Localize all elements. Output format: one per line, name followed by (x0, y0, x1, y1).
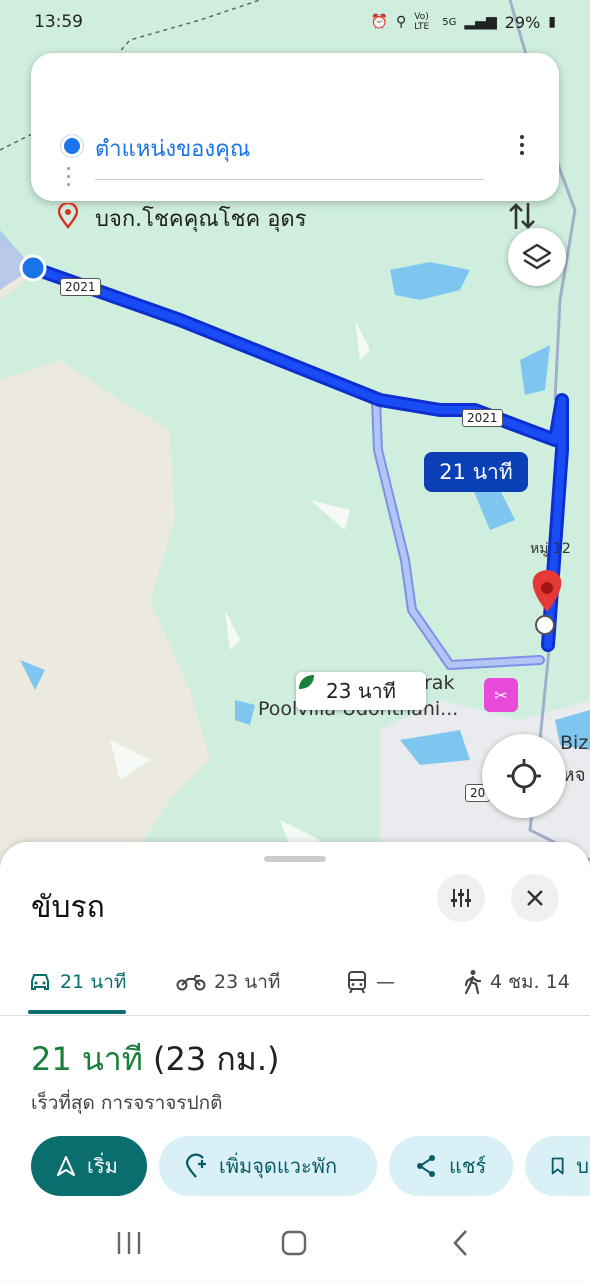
layers-icon (522, 243, 552, 270)
share-icon (417, 1155, 435, 1177)
save-label: บ (576, 1154, 589, 1178)
travel-mode-tabs: 21 นาที 23 นาที — 4 ชม. 14 (0, 950, 590, 1016)
sliders-icon (451, 889, 471, 907)
place-label: Biz (560, 732, 589, 754)
share-button[interactable]: แชร์ (389, 1136, 513, 1196)
my-location-button[interactable] (482, 734, 566, 818)
water-body (390, 262, 470, 300)
location-icon: ⚲ (396, 14, 407, 30)
route-distance: (23 กม.) (153, 1040, 280, 1078)
travel-mode-title: ขับรถ (31, 890, 105, 925)
alt-route-time-callout[interactable]: 23 นาที (296, 672, 426, 710)
signal-label: 5G (442, 16, 457, 28)
motorcycle-icon (176, 975, 206, 991)
svg-text:✂: ✂ (494, 686, 507, 705)
tab-motorcycle-label: 23 นาที (214, 971, 281, 993)
divider (0, 1015, 590, 1016)
route-description: เร็วที่สุด การจราจรปกติ (31, 1092, 223, 1114)
road-shield: 2021 (462, 409, 503, 427)
status-bar: 13:59 ⏰ ⚲ Vo) LTE 5G ▂▄▆ 29% ▮ (0, 0, 590, 44)
place-label: หมู่ 12 (530, 541, 571, 557)
network-label: Vo) LTE (414, 12, 430, 32)
tab-transit[interactable]: — (346, 950, 395, 1014)
alarm-icon: ⏰ (370, 14, 389, 30)
road-shield: 2021 (60, 278, 101, 296)
share-label: แชร์ (449, 1154, 487, 1178)
layers-button[interactable] (508, 228, 566, 286)
tab-drive-label: 21 นาที (60, 971, 127, 993)
add-stop-label: เพิ่มจุดแวะพัก (219, 1154, 338, 1178)
close-icon (527, 890, 543, 906)
bookmark-icon (551, 1157, 564, 1175)
start-label: เริ่ม (87, 1154, 118, 1178)
more-options-icon[interactable] (513, 131, 531, 159)
main-route-time-label: 21 นาที (439, 459, 513, 484)
start-button[interactable]: เริ่ม (31, 1136, 147, 1196)
sheet-drag-handle[interactable] (264, 856, 326, 862)
divider (95, 179, 485, 180)
route-options-button[interactable] (437, 874, 485, 922)
destination-pin-icon (58, 203, 78, 229)
recent-apps-icon[interactable] (117, 1232, 141, 1254)
route-dots-icon (67, 167, 71, 191)
route-time: 21 นาที (31, 1040, 143, 1078)
close-button[interactable] (511, 874, 559, 922)
current-location-dot (19, 254, 47, 282)
action-chips: เริ่ม เพิ่มจุดแวะพัก แชร์ บ (31, 1136, 590, 1196)
origin-dot-icon (61, 135, 83, 157)
home-icon[interactable] (281, 1230, 307, 1256)
battery-icon: ▮ (548, 14, 556, 30)
origin-field[interactable]: ตำแหน่งของคุณ (95, 131, 250, 166)
tab-walk-label: 4 ชม. 14 (490, 971, 570, 993)
place-label: rak (424, 672, 455, 694)
system-nav-bar (0, 1212, 590, 1280)
tab-drive[interactable]: 21 นาที (28, 950, 126, 1014)
back-icon[interactable] (453, 1230, 467, 1256)
car-icon (31, 974, 49, 990)
route-summary[interactable]: 21 นาที (23 กม.) (31, 1034, 280, 1085)
transit-icon (348, 971, 366, 994)
crosshair-icon (507, 759, 541, 793)
eco-leaf-icon (299, 675, 314, 689)
add-location-icon (185, 1153, 206, 1178)
clock: 13:59 (34, 12, 83, 32)
save-button[interactable]: บ (525, 1136, 590, 1196)
main-route-time-callout[interactable]: 21 นาที (424, 452, 528, 492)
battery-level: 29% (504, 12, 541, 32)
tab-transit-label: — (376, 971, 395, 993)
tab-motorcycle[interactable]: 23 นาที (176, 950, 280, 1014)
signal-icon: ▂▄▆ (464, 14, 497, 30)
active-tab-indicator (28, 1010, 126, 1014)
walk-icon (464, 970, 482, 995)
add-stop-button[interactable]: เพิ่มจุดแวะพัก (159, 1136, 377, 1196)
destination-field[interactable]: บจก.โชคคุณโชค อุดร (95, 201, 307, 236)
directions-card: ตำแหน่งของคุณ บจก.โชคคุณโชค อุดร (31, 53, 559, 232)
tab-walk[interactable]: 4 ชม. 14 (462, 950, 570, 1014)
navigation-arrow-icon (57, 1156, 75, 1176)
alt-route-time-label: 23 นาที (326, 679, 396, 703)
